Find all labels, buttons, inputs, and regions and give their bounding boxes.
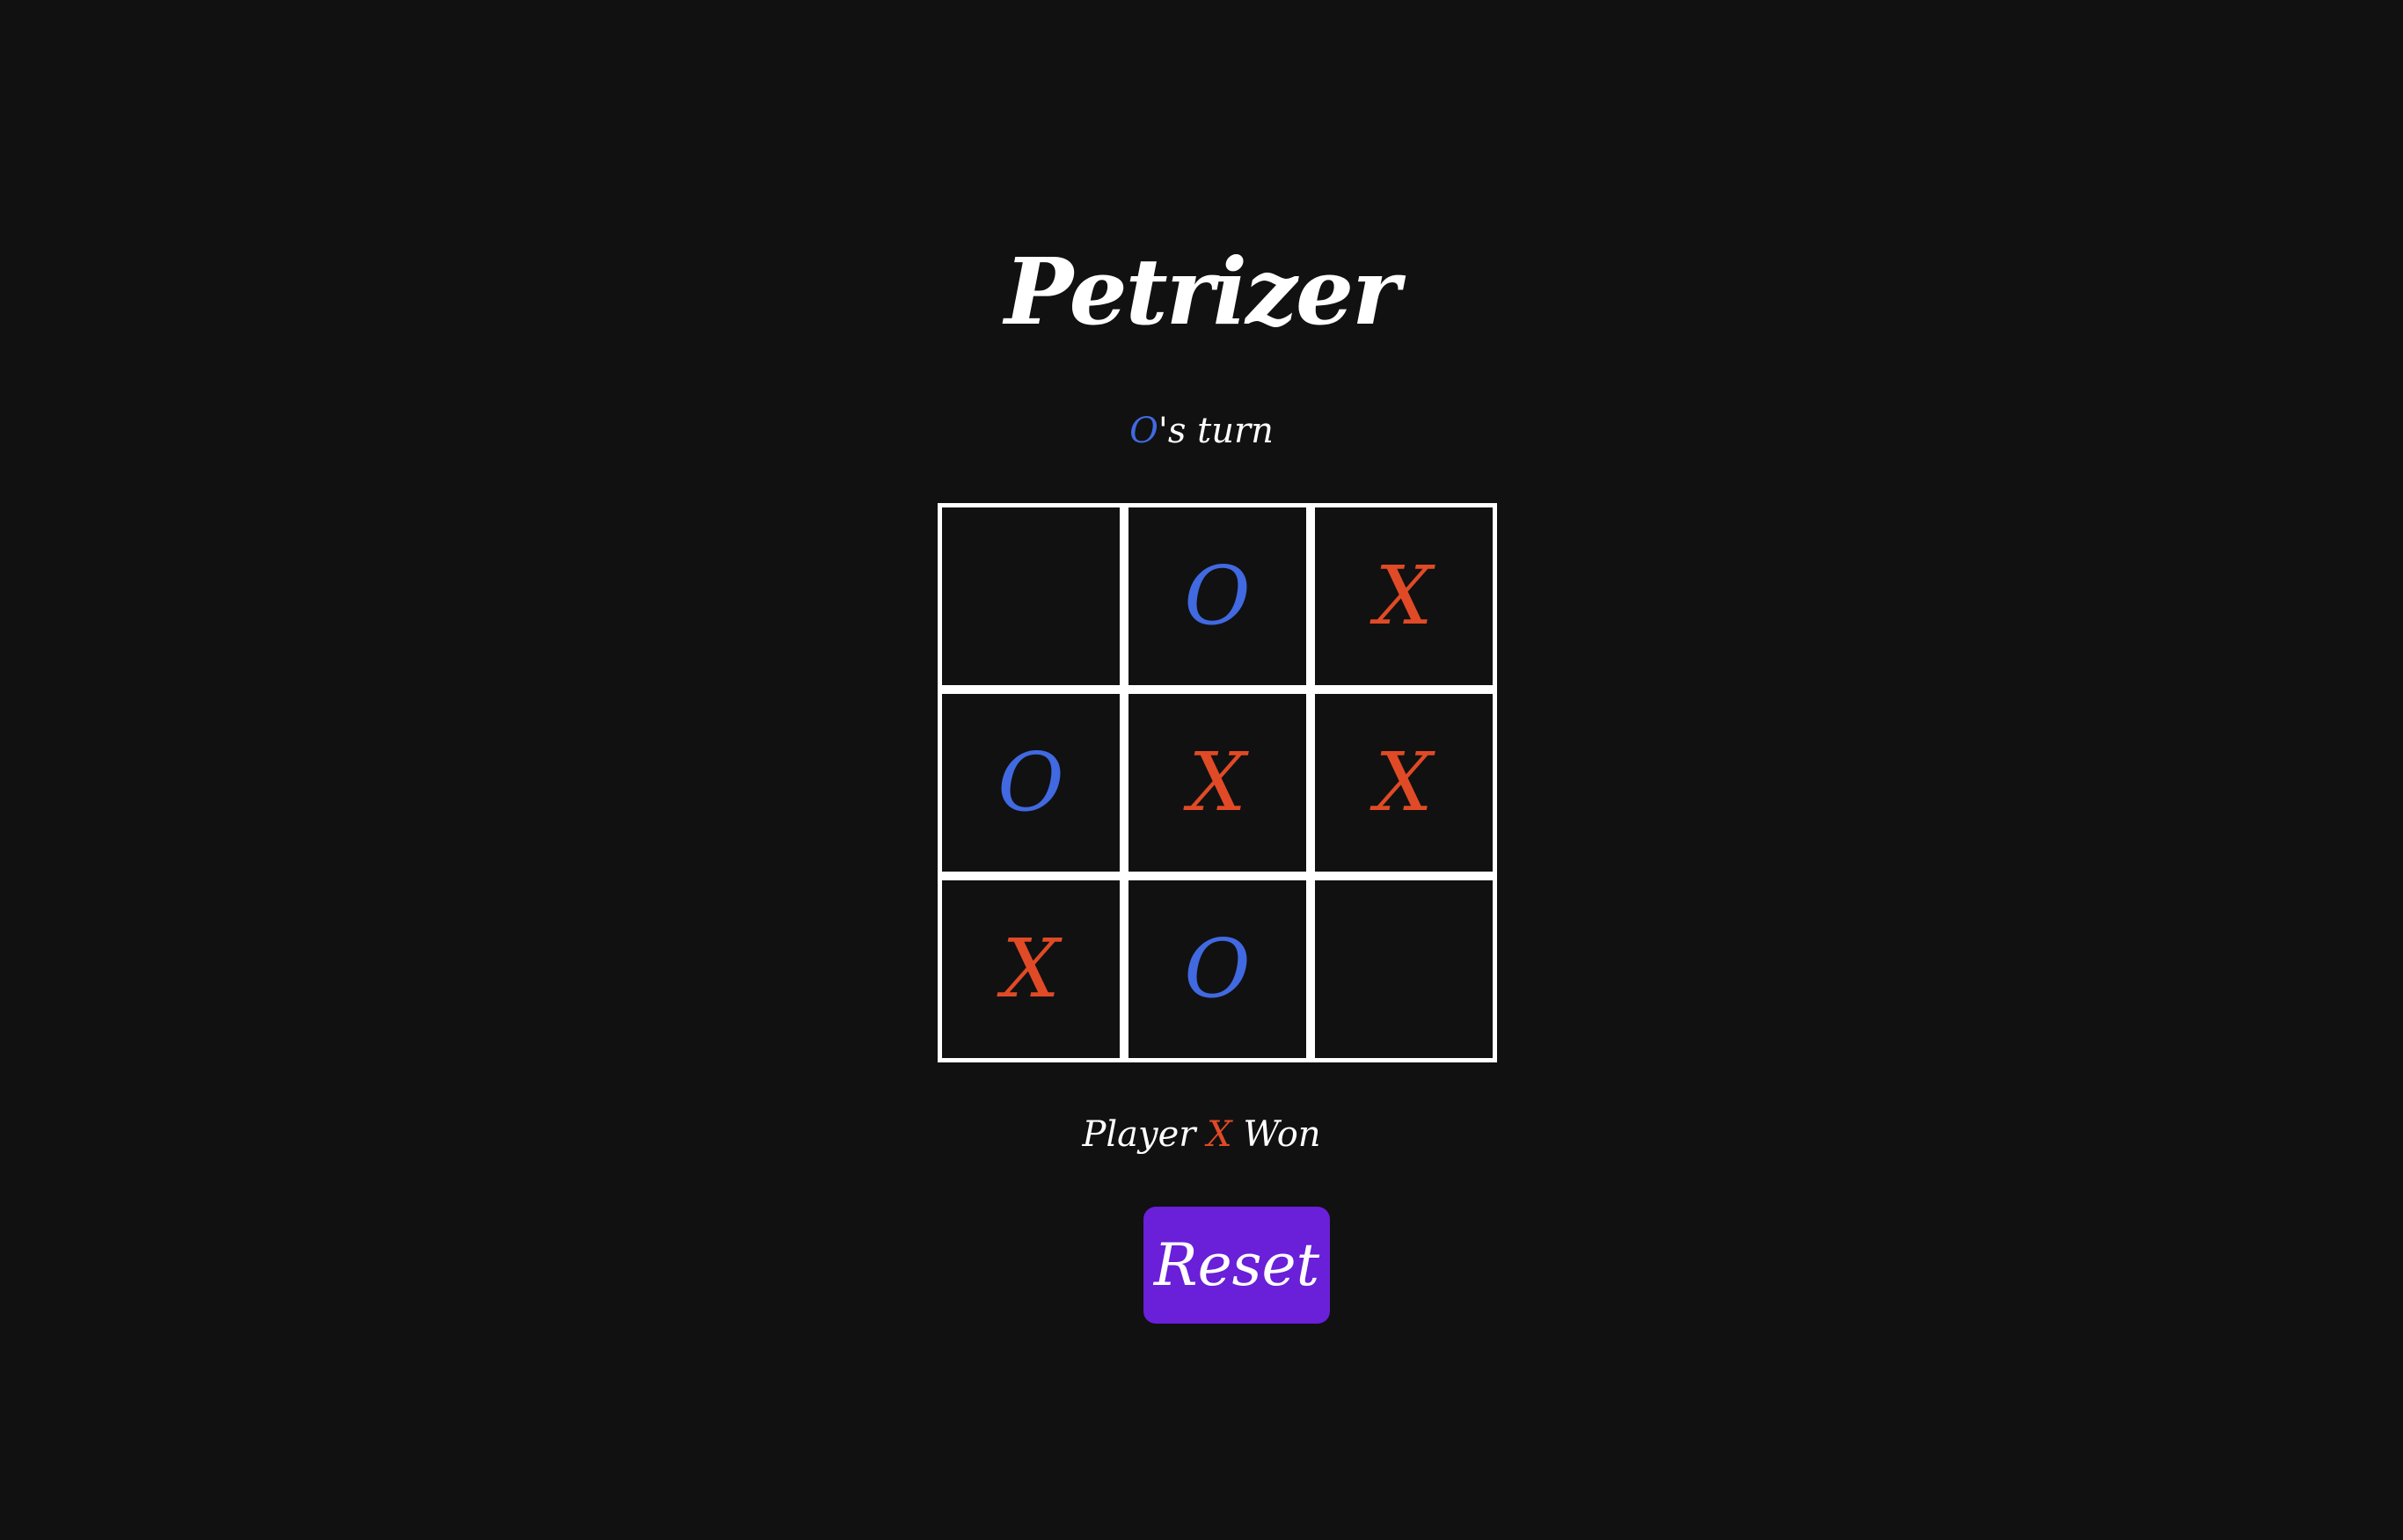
board-cell[interactable]: X [938, 876, 1124, 1062]
turn-text: 's turn [1158, 411, 1274, 451]
board-cell[interactable]: O [1124, 876, 1311, 1062]
board-cell[interactable] [1311, 876, 1497, 1062]
game-status: Player X Won [0, 1106, 2403, 1163]
board-cell[interactable]: X [1311, 690, 1497, 876]
reset-button[interactable]: Reset [1143, 1207, 1330, 1324]
turn-mark: O [1129, 411, 1158, 451]
status-prefix: Player [1082, 1114, 1196, 1155]
board-cell[interactable]: X [1311, 503, 1497, 690]
board-cell[interactable] [938, 503, 1124, 690]
turn-indicator: O's turn [0, 403, 2403, 459]
board-cell[interactable]: X [1124, 690, 1311, 876]
game-board: O X O X X X O [938, 503, 1497, 1062]
game-title: Petrizer [1004, 237, 1400, 346]
status-suffix: Won [1243, 1114, 1321, 1155]
status-winner-mark: X [1207, 1114, 1232, 1155]
board-cell[interactable]: O [938, 690, 1124, 876]
board-cell[interactable]: O [1124, 503, 1311, 690]
